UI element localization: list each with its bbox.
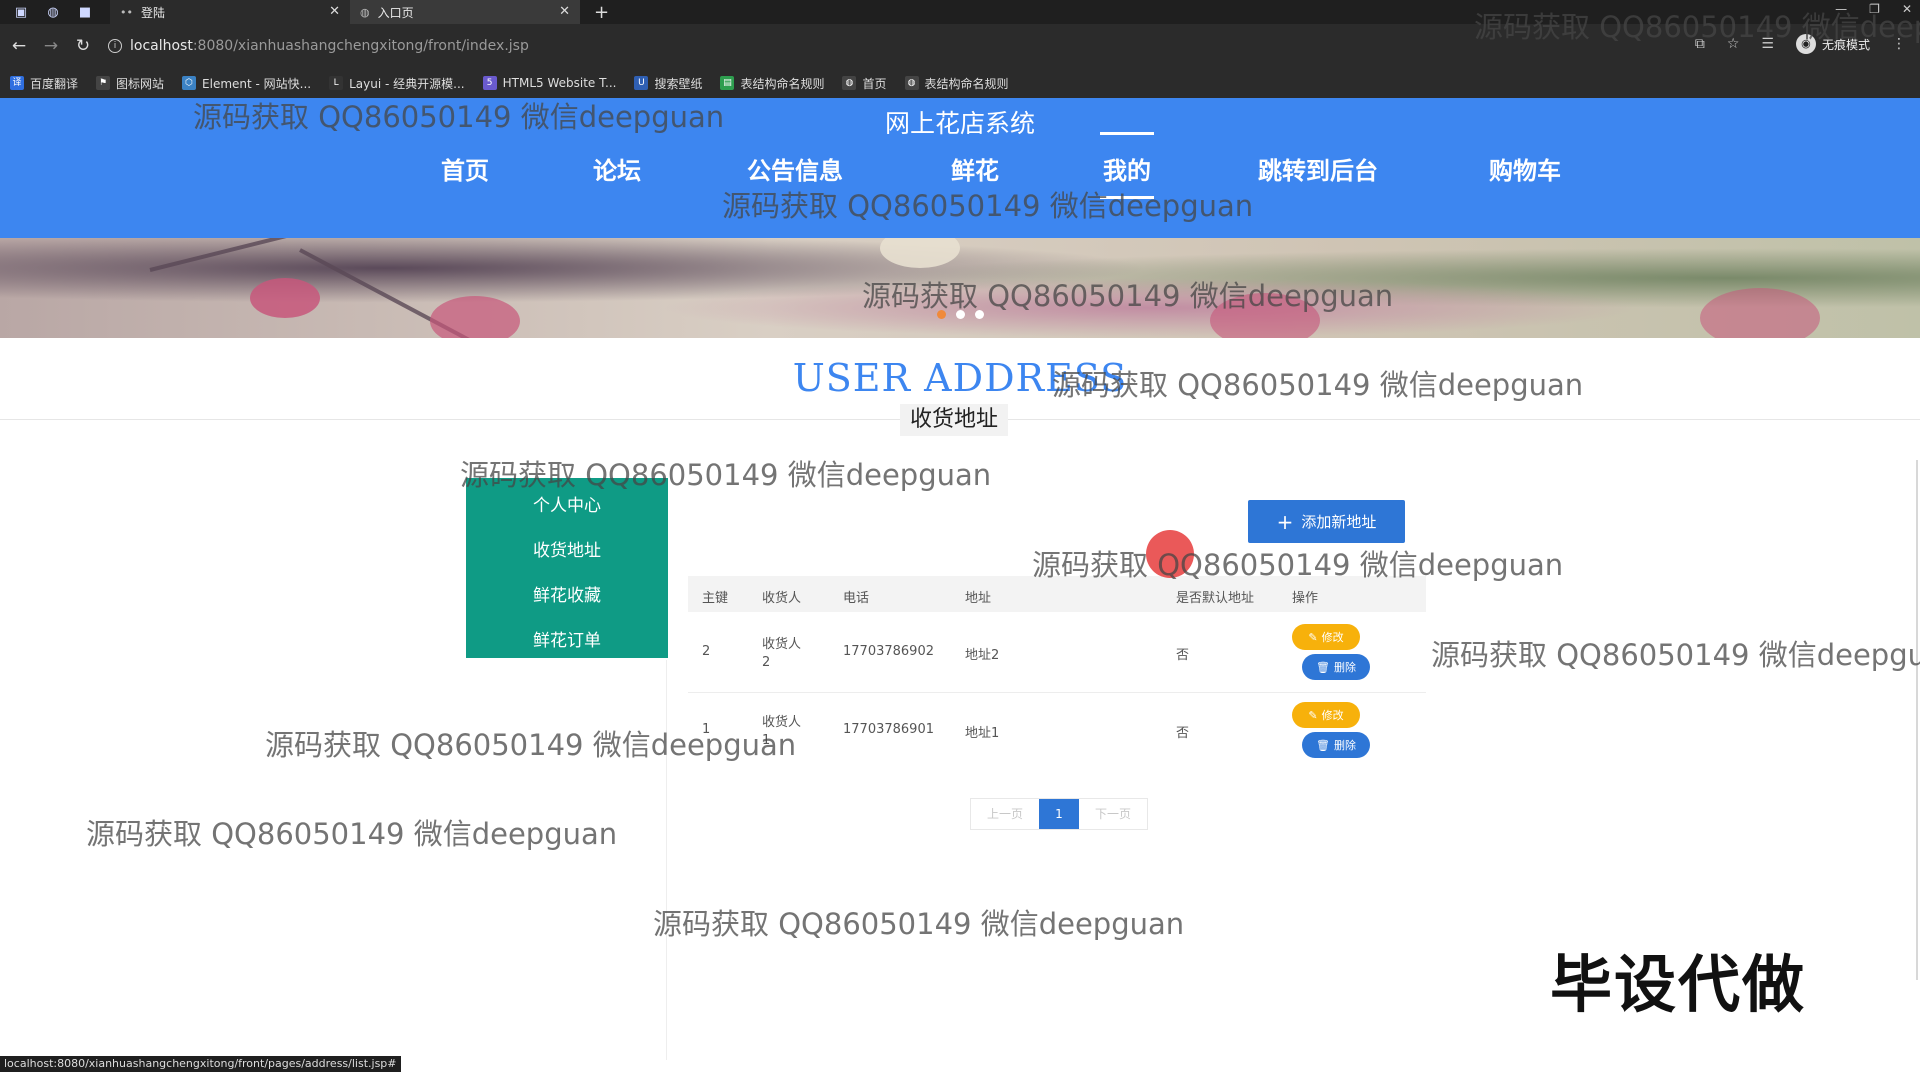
banner-decoration	[149, 238, 403, 272]
tab-title: 入口页	[377, 5, 414, 20]
bookmark-item[interactable]: ⚑ 图标网站	[96, 75, 164, 92]
nav-forum[interactable]: 论坛	[572, 140, 662, 196]
cell-address: 地址1	[965, 726, 1000, 741]
watermark: 源码获取 QQ86050149 微信deepguan	[1474, 10, 1920, 44]
close-icon[interactable]: ✕	[559, 4, 570, 19]
user-side-menu: 个人中心 收货地址 鲜花收藏 鲜花订单	[466, 478, 668, 658]
globe-icon: ◍	[360, 5, 370, 19]
globe-icon[interactable]: ◍	[42, 1, 64, 23]
tab-title: 登陆	[140, 5, 165, 20]
cell-phone: 17703786901	[843, 722, 934, 737]
bookmark-item[interactable]: 译百度翻译	[10, 75, 78, 92]
translate-icon: 译	[10, 76, 24, 90]
loading-icon: ••	[120, 5, 133, 19]
cell-name: 收货人 2	[762, 637, 802, 670]
hexagon-icon: ⬡	[182, 76, 197, 90]
nav-admin[interactable]: 跳转到后台	[1248, 140, 1388, 196]
column-header: 操作	[1292, 591, 1319, 606]
bookmark-item[interactable]: ◍ 表结构命名规则	[904, 75, 1009, 92]
column-header: 电话	[843, 591, 870, 606]
forward-icon[interactable]: →	[38, 36, 64, 56]
divider	[666, 660, 667, 1060]
trash-icon: 🗑	[1316, 738, 1330, 752]
corner-banner-text: 毕设代做	[1550, 948, 1807, 1021]
flag-icon: ⚑	[96, 76, 111, 90]
info-icon[interactable]: i	[108, 39, 122, 53]
back-icon[interactable]: ←	[6, 36, 32, 56]
bookmark-item[interactable]: ⬡ Element - 网站快...	[182, 75, 311, 92]
pencil-icon: ✎	[1308, 708, 1318, 722]
url-host: localhost	[130, 38, 193, 54]
cell-phone: 17703786902	[843, 644, 934, 659]
watermark: 源码获取 QQ86050149 微信deepguan	[653, 907, 1185, 941]
nav-mine-label: 我的	[1103, 156, 1151, 185]
watermark: 源码获取 QQ86050149 微信deepguan	[722, 189, 1254, 223]
bookmark-item[interactable]: L Layui - 经典开源模...	[329, 75, 465, 92]
page-title-zh: 收货地址	[900, 404, 1009, 436]
watermark: 源码获取 QQ86050149 微信deepguan	[1431, 638, 1920, 672]
watermark: 源码获取 QQ86050149 微信deepguan	[1052, 368, 1584, 402]
bookmark-item[interactable]: U 搜索壁纸	[634, 75, 702, 92]
delete-button[interactable]: 🗑 删除	[1302, 732, 1370, 758]
menu-item-orders[interactable]: 鲜花订单	[466, 619, 668, 664]
table-row: 1 收货人 1 17703786901 地址1 否 ✎ 修改 🗑 删除	[688, 692, 1426, 770]
url-field[interactable]: i localhost:8080/xianhuashangchengxitong…	[108, 38, 529, 54]
nav-home[interactable]: 首页	[420, 140, 510, 196]
globe-icon: ◍	[842, 76, 857, 90]
status-bar-url: localhost:8080/xianhuashangchengxitong/f…	[0, 1056, 401, 1072]
cell-id: 2	[702, 644, 711, 659]
watermark: 源码获取 QQ86050149 微信deepguan	[1032, 548, 1564, 582]
sheet-icon: ▤	[720, 76, 735, 90]
delete-button[interactable]: 🗑 删除	[1302, 654, 1370, 680]
table-row: 2 收货人 2 17703786902 地址2 否 ✎ 修改 🗑 删除	[688, 614, 1426, 692]
cell-address: 地址2	[965, 648, 1000, 663]
globe-icon: ◍	[904, 76, 919, 90]
trash-icon: 🗑	[1316, 660, 1330, 674]
watermark: 源码获取 QQ86050149 微信deepguan	[862, 279, 1394, 313]
cell-default: 否	[1176, 726, 1190, 741]
pencil-icon: ✎	[1308, 630, 1318, 644]
page-button-current[interactable]: 1	[1039, 799, 1079, 829]
column-header: 是否默认地址	[1176, 591, 1255, 606]
menu-item-address[interactable]: 收货地址	[466, 529, 668, 574]
edit-button[interactable]: ✎ 修改	[1292, 624, 1360, 650]
plus-icon: +	[1276, 509, 1294, 534]
html5-icon: 5	[482, 76, 497, 90]
menu-item-favorites[interactable]: 鲜花收藏	[466, 574, 668, 619]
column-header: 地址	[965, 591, 992, 606]
new-tab-icon[interactable]: +	[594, 2, 609, 23]
browser-tab-login[interactable]: •• 登陆 ✕	[110, 0, 350, 24]
pagination: 上一页 1 下一页	[970, 798, 1148, 830]
scrollbar[interactable]	[1916, 460, 1918, 980]
workspace-icon[interactable]: ■	[74, 1, 96, 23]
watermark: 源码获取 QQ86050149 微信deepguan	[193, 100, 725, 134]
watermark: 源码获取 QQ86050149 微信deepguan	[86, 817, 618, 851]
watermark: 源码获取 QQ86050149 微信deepguan	[265, 728, 797, 762]
page-title-en: USER ADDRESS	[792, 356, 1128, 400]
browser-tab-entry[interactable]: ◍ 入口页 ✕	[350, 0, 580, 24]
cell-default: 否	[1176, 648, 1190, 663]
wallpaper-icon: U	[634, 76, 649, 90]
url-path: :8080/xianhuashangchengxitong/front/inde…	[192, 38, 529, 54]
banner-decoration	[880, 238, 960, 268]
prev-page-button[interactable]: 上一页	[971, 799, 1039, 829]
nav-cart[interactable]: 购物车	[1475, 140, 1575, 196]
watermark: 源码获取 QQ86050149 微信deepguan	[460, 458, 992, 492]
layui-icon: L	[329, 76, 344, 90]
edit-button[interactable]: ✎ 修改	[1292, 702, 1360, 728]
close-icon[interactable]: ✕	[329, 4, 340, 19]
next-page-button[interactable]: 下一页	[1079, 799, 1147, 829]
add-address-label: 添加新地址	[1301, 513, 1377, 531]
bookmark-item[interactable]: 5 HTML5 Website T...	[482, 76, 616, 90]
bookmark-item[interactable]: ◍ 首页	[842, 75, 887, 92]
tab-actions-icon[interactable]: ▣	[10, 1, 32, 23]
add-address-button[interactable]: + 添加新地址	[1248, 500, 1405, 543]
bookmark-item[interactable]: ▤ 表结构命名规则	[720, 75, 824, 92]
reload-icon[interactable]: ↻	[70, 36, 96, 56]
column-header: 收货人	[762, 591, 802, 606]
column-header: 主键	[702, 591, 729, 606]
